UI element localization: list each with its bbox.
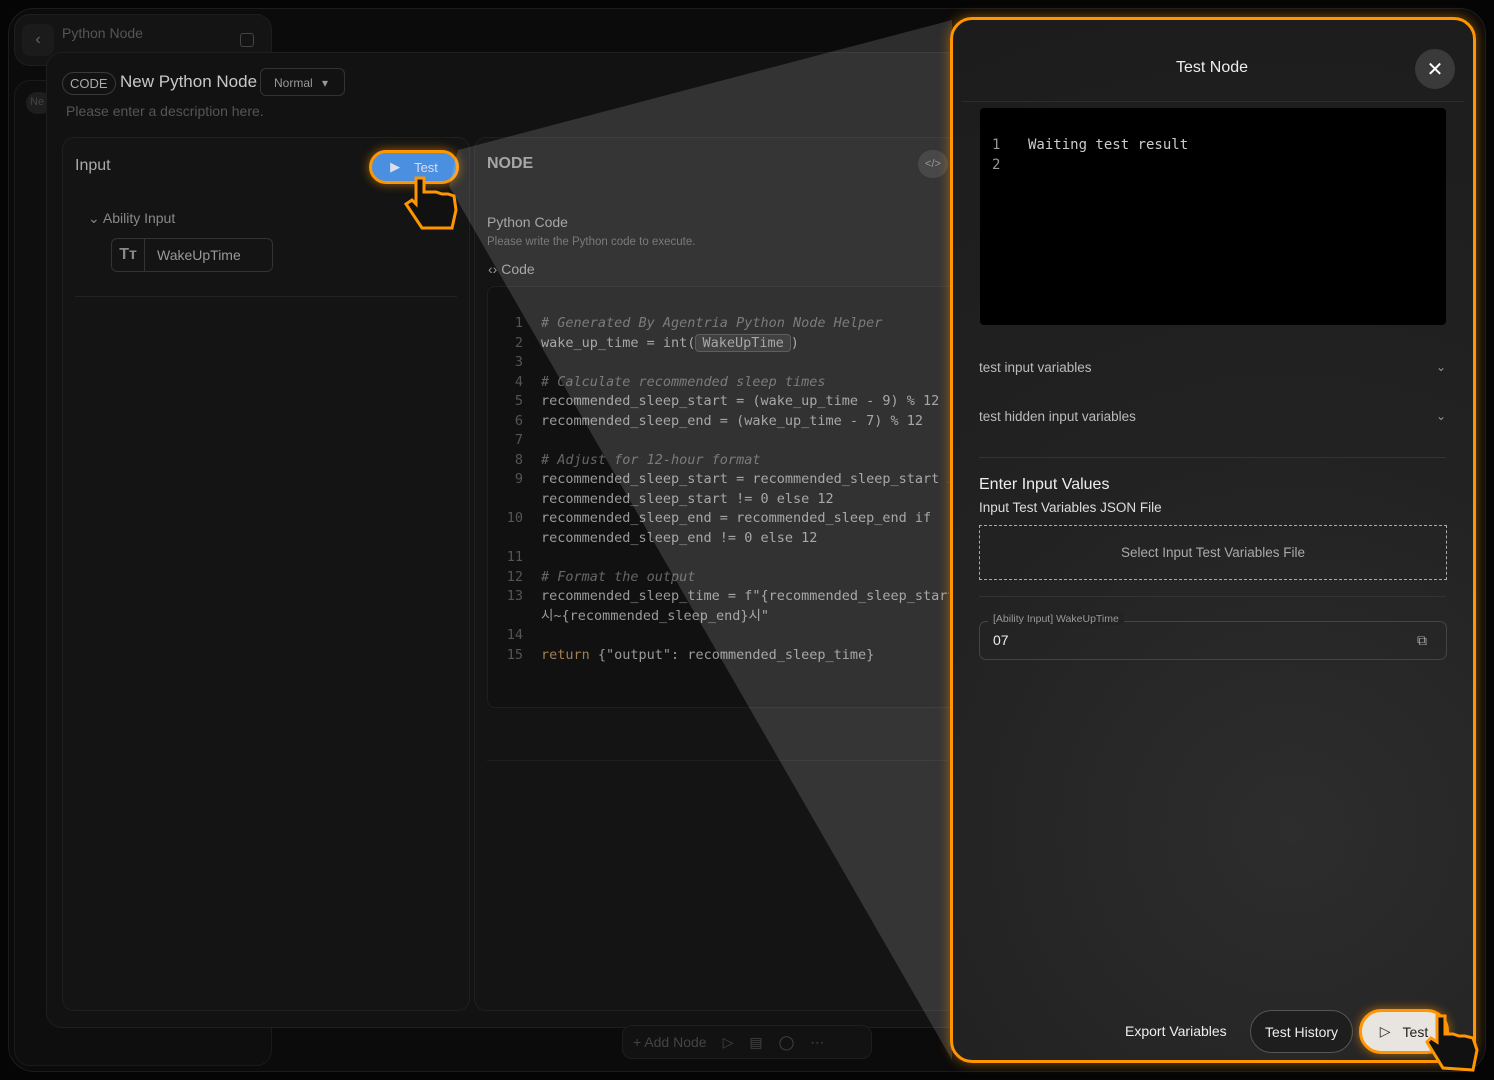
- test-node-title: Test Node: [1176, 59, 1249, 76]
- wakeuptime-field-label: [Ability Input] WakeUpTime: [988, 613, 1124, 625]
- spotlight-beam: [449, 20, 952, 1060]
- section-test-input-variables[interactable]: test input variables ⌄: [979, 360, 1446, 375]
- test-result-lines: 1 Waiting test result 2: [992, 135, 1188, 175]
- divider: [962, 101, 1464, 102]
- chevron-down-icon: ⌄: [1435, 360, 1446, 374]
- divider: [979, 596, 1446, 597]
- hand-cursor-icon: [403, 176, 458, 230]
- line-number: 1: [992, 137, 1001, 153]
- select-file-button[interactable]: Select Input Test Variables File: [979, 525, 1447, 580]
- copy-icon[interactable]: ⧉: [1417, 632, 1427, 649]
- close-icon: ✕: [1426, 58, 1444, 81]
- wakeuptime-field[interactable]: [979, 621, 1447, 660]
- chevron-down-icon: ⌄: [1435, 409, 1446, 423]
- test-history-button[interactable]: Test History: [1250, 1010, 1353, 1053]
- close-button[interactable]: ✕: [1415, 49, 1455, 89]
- section-test-hidden-input-variables[interactable]: test hidden input variables ⌄: [979, 409, 1446, 424]
- wakeuptime-value[interactable]: 07: [993, 632, 1009, 648]
- line-number: 2: [992, 157, 1001, 173]
- json-file-label: Input Test Variables JSON File: [979, 500, 1162, 515]
- divider: [979, 457, 1446, 458]
- result-line: 2: [992, 155, 1188, 175]
- export-variables-button[interactable]: Export Variables: [1125, 1023, 1227, 1039]
- result-text: Waiting test result: [1028, 137, 1189, 153]
- play-outline-icon: ▷: [1379, 1023, 1391, 1039]
- result-line: 1 Waiting test result: [992, 135, 1188, 155]
- enter-input-title: Enter Input Values: [979, 476, 1110, 493]
- hand-cursor-icon: [1425, 1014, 1479, 1072]
